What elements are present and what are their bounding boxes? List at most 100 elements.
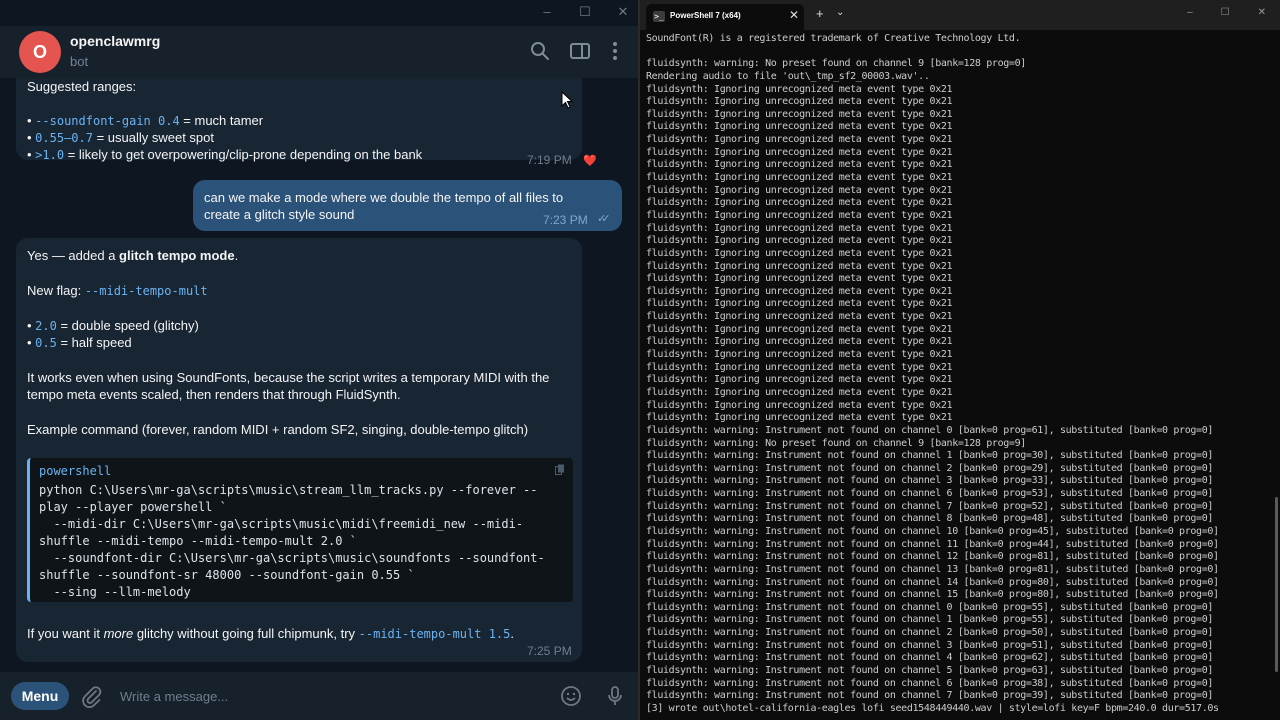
terminal-line: fluidsynth: Ignoring unrecognized meta e… — [646, 386, 953, 398]
terminal-line: fluidsynth: warning: Instrument not foun… — [646, 488, 1214, 500]
terminal-line: fluidsynth: Ignoring unrecognized meta e… — [646, 222, 953, 234]
telegram-window: – ☐ ✕ O openclawmrg bot Suggested ranges… — [0, 0, 638, 720]
powershell-icon: >_ — [653, 11, 665, 22]
microphone-icon[interactable] — [603, 684, 627, 708]
terminal-line: fluidsynth: warning: Instrument not foun… — [646, 500, 1214, 512]
terminal-line: fluidsynth: Ignoring unrecognized meta e… — [646, 197, 953, 209]
terminal-line: fluidsynth: warning: Instrument not foun… — [646, 601, 1214, 613]
message-outgoing[interactable]: can we make a mode where we double the t… — [193, 180, 622, 231]
new-tab-button[interactable]: + — [816, 6, 824, 21]
message-timestamp: 7:25 PM — [527, 644, 572, 658]
message-incoming[interactable]: Yes — added a glitch tempo mode. New fla… — [16, 238, 582, 662]
terminal-line: fluidsynth: warning: Instrument not foun… — [646, 652, 1214, 664]
code-line: shuffle --midi-tempo --midi-tempo-mult 2… — [39, 534, 357, 548]
emoji-icon[interactable] — [559, 684, 583, 708]
code-line: python C:\Users\mr-ga\scripts\music\stre… — [39, 483, 538, 497]
terminal-line: fluidsynth: Ignoring unrecognized meta e… — [646, 349, 953, 361]
message-incoming[interactable]: Suggested ranges: • --soundfont-gain 0.4… — [16, 78, 582, 167]
terminal-line: fluidsynth: Ignoring unrecognized meta e… — [646, 273, 953, 285]
code-language-label: powershell — [39, 464, 112, 478]
terminal-line: fluidsynth: warning: Instrument not foun… — [646, 538, 1219, 550]
chat-title[interactable]: openclawmrg — [70, 33, 160, 49]
list-item: • 0.5 = half speed — [27, 335, 132, 350]
terminal-line: fluidsynth: warning: Instrument not foun… — [646, 462, 1214, 474]
terminal-line: fluidsynth: warning: Instrument not foun… — [646, 475, 1214, 487]
terminal-line: fluidsynth: warning: Instrument not foun… — [646, 627, 1214, 639]
more-menu-icon[interactable] — [604, 40, 626, 62]
sidebar-toggle-icon[interactable] — [569, 40, 591, 62]
list-item: • --soundfont-gain 0.4 = much tamer — [27, 113, 264, 128]
terminal-line: [3] wrote out\hotel-california-eagles_lo… — [646, 702, 1219, 713]
chat-status: bot — [70, 54, 89, 69]
mouse-pointer-icon — [561, 91, 573, 109]
copy-icon[interactable] — [555, 464, 565, 475]
message-text: tempo meta events scaled, then renders t… — [27, 387, 401, 402]
terminal-line: fluidsynth: Ignoring unrecognized meta e… — [646, 311, 953, 323]
attach-icon[interactable] — [80, 684, 104, 708]
terminal-line: fluidsynth: Ignoring unrecognized meta e… — [646, 336, 953, 348]
list-item: • 2.0 = double speed (glitchy) — [27, 318, 199, 333]
message-text: create a glitch style sound — [204, 207, 355, 222]
terminal-line: fluidsynth: warning: Instrument not foun… — [646, 513, 1214, 525]
maximize-button[interactable]: ☐ — [1221, 7, 1230, 18]
message-text: If you want it more glitchy without goin… — [27, 626, 514, 641]
terminal-line: fluidsynth: Ignoring unrecognized meta e… — [646, 172, 953, 184]
message-timestamp: 7:23 PM — [543, 213, 588, 227]
terminal-line: fluidsynth: Ignoring unrecognized meta e… — [646, 399, 953, 411]
terminal-line: fluidsynth: warning: Instrument not foun… — [646, 563, 1219, 575]
terminal-line: fluidsynth: warning: Instrument not foun… — [646, 450, 1214, 462]
message-input[interactable] — [120, 685, 540, 707]
terminal-line: fluidsynth: Ignoring unrecognized meta e… — [646, 298, 953, 310]
heart-reaction-icon[interactable]: ❤️ — [583, 154, 597, 167]
terminal-line: fluidsynth: warning: Instrument not foun… — [646, 525, 1219, 537]
code-line: --midi-dir C:\Users\mr-ga\scripts\music\… — [39, 517, 524, 531]
chat-header: O openclawmrg bot — [0, 26, 638, 78]
terminal-scrollbar[interactable] — [1275, 497, 1278, 672]
minimize-button[interactable]: – — [1187, 7, 1193, 18]
terminal-line: fluidsynth: Ignoring unrecognized meta e… — [646, 146, 953, 158]
tab-dropdown-icon[interactable]: ⌄ — [836, 7, 844, 18]
message-text: Yes — added a glitch tempo mode. — [27, 248, 239, 263]
terminal-line: fluidsynth: Ignoring unrecognized meta e… — [646, 247, 953, 259]
message-timestamp: 7:19 PM — [527, 153, 572, 167]
terminal-tab[interactable]: >_ PowerShell 7 (x64) ✕ — [646, 4, 804, 30]
terminal-line: fluidsynth: warning: Instrument not foun… — [646, 690, 1214, 702]
terminal-line: fluidsynth: warning: Instrument not foun… — [646, 576, 1219, 588]
code-block[interactable]: powershell python C:\Users\mr-ga\scripts… — [27, 458, 573, 602]
code-line: --sing --llm-melody — [39, 585, 191, 599]
code-line: shuffle --soundfont-sr 48000 --soundfont… — [39, 568, 415, 582]
avatar[interactable]: O — [19, 31, 61, 73]
code-line: --soundfont-dir C:\Users\mr-ga\scripts\m… — [39, 551, 545, 565]
message-text: can we make a mode where we double the t… — [204, 190, 564, 205]
maximize-button[interactable]: ☐ — [578, 4, 592, 20]
code-line: play --player powershell ` — [39, 500, 227, 514]
search-icon[interactable] — [529, 40, 551, 62]
terminal-output[interactable]: SoundFont(R) is a registered trademark o… — [646, 33, 1270, 713]
terminal-line: fluidsynth: Ignoring unrecognized meta e… — [646, 235, 953, 247]
message-list[interactable]: Suggested ranges: • --soundfont-gain 0.4… — [0, 78, 638, 668]
terminal-line: fluidsynth: Ignoring unrecognized meta e… — [646, 412, 953, 424]
bot-menu-button[interactable]: Menu — [11, 682, 69, 710]
terminal-line: fluidsynth: Ignoring unrecognized meta e… — [646, 323, 953, 335]
terminal-tab-title: PowerShell 7 (x64) — [670, 11, 741, 20]
message-text: It works even when using SoundFonts, bec… — [27, 370, 550, 385]
terminal-line: fluidsynth: Ignoring unrecognized meta e… — [646, 260, 953, 272]
close-tab-icon[interactable]: ✕ — [789, 8, 799, 22]
terminal-line: fluidsynth: Ignoring unrecognized meta e… — [646, 121, 953, 133]
terminal-line: Rendering audio to file 'out\_tmp_sf2_00… — [646, 70, 930, 82]
close-window-button[interactable]: ✕ — [1258, 7, 1266, 18]
terminal-line: fluidsynth: Ignoring unrecognized meta e… — [646, 83, 953, 95]
terminal-line: fluidsynth: Ignoring unrecognized meta e… — [646, 361, 953, 373]
close-window-button[interactable]: ✕ — [616, 4, 630, 20]
message-text: Suggested ranges: — [27, 79, 137, 94]
terminal-line: fluidsynth: Ignoring unrecognized meta e… — [646, 184, 953, 196]
terminal-line: fluidsynth: warning: Instrument not foun… — [646, 424, 1214, 436]
minimize-button[interactable]: – — [540, 4, 554, 20]
terminal-line: fluidsynth: Ignoring unrecognized meta e… — [646, 285, 953, 297]
terminal-line: fluidsynth: Ignoring unrecognized meta e… — [646, 108, 953, 120]
powershell-window: >_ PowerShell 7 (x64) ✕ + ⌄ – ☐ ✕ SoundF… — [640, 0, 1280, 720]
list-item: • 0.55–0.7 = usually sweet spot — [27, 130, 215, 145]
message-composer: Menu — [0, 672, 638, 720]
message-text: New flag: --midi-tempo-mult — [27, 283, 208, 298]
